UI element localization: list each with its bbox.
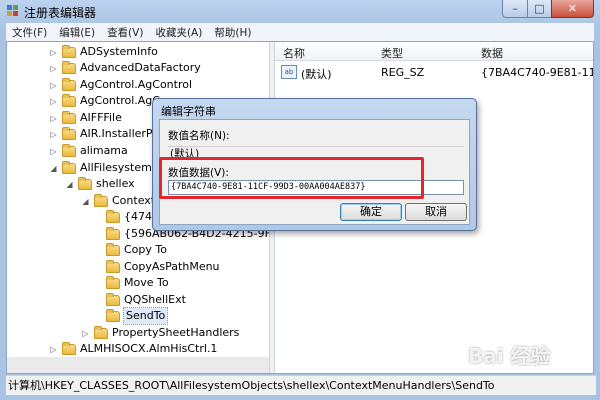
- value-type: REG_SZ: [381, 66, 425, 79]
- menu-view[interactable]: 查看(V): [101, 25, 149, 40]
- tree-item-label: QQShellExt: [124, 293, 186, 306]
- expand-icon[interactable]: ▷: [49, 97, 58, 106]
- tree-horizontal-scrollbar[interactable]: [7, 357, 269, 373]
- folder-icon: [106, 259, 120, 273]
- tree-item[interactable]: ▷ AIFFFile: [49, 110, 122, 126]
- tree-item-label: Move To: [124, 276, 169, 289]
- tree-item[interactable]: QQShellExt: [106, 292, 186, 308]
- folder-icon: [62, 44, 76, 58]
- tree-item-label: shellex: [96, 177, 135, 190]
- close-icon: ✕: [567, 2, 578, 15]
- expand-icon[interactable]: ▷: [49, 81, 58, 90]
- highlight-annotation: [159, 157, 424, 199]
- list-item[interactable]: ab (默认) REG_SZ {7BA4C740-9E81-11CF-9: [275, 64, 593, 82]
- tree-item[interactable]: ▷ ALMHISOCX.AlmHisCtrl.1: [49, 341, 217, 357]
- tree-item[interactable]: ▷ PropertySheetHandlers: [81, 325, 239, 341]
- collapse-icon[interactable]: ◢: [49, 164, 58, 173]
- folder-icon: [78, 176, 92, 190]
- folder-icon: [62, 110, 76, 124]
- value-data: {7BA4C740-9E81-11CF-9: [481, 66, 593, 79]
- minimize-icon: –: [512, 2, 518, 15]
- maximize-icon: □: [534, 2, 545, 15]
- tree-item[interactable]: ◢ shellex: [65, 176, 135, 192]
- column-data-header[interactable]: 数据: [481, 45, 503, 61]
- expand-icon[interactable]: ▷: [49, 114, 58, 123]
- tree-item[interactable]: Move To: [106, 275, 169, 291]
- cancel-button[interactable]: 取消: [405, 203, 467, 221]
- tree-item[interactable]: ▷ AdvancedDataFactory: [49, 60, 201, 76]
- expand-icon[interactable]: ▷: [81, 329, 90, 338]
- list-header: 名称 类型 数据: [275, 42, 593, 61]
- folder-icon: [106, 292, 120, 306]
- folder-icon: [62, 341, 76, 355]
- column-name-header[interactable]: 名称: [283, 45, 305, 61]
- maximize-button[interactable]: □: [527, 0, 552, 18]
- tree-item-label: AIFFFile: [80, 111, 122, 124]
- minimize-button[interactable]: –: [502, 0, 528, 18]
- folder-icon: [106, 226, 120, 240]
- expand-icon[interactable]: ▷: [49, 345, 58, 354]
- tree-item[interactable]: ▷ AgControl.AgControl: [49, 77, 192, 93]
- ok-button[interactable]: 确定: [340, 203, 402, 221]
- folder-icon: [106, 308, 120, 322]
- folder-icon: [62, 143, 76, 157]
- collapse-icon[interactable]: ◢: [81, 197, 90, 206]
- folder-icon: [62, 126, 76, 140]
- tree-item-label: PropertySheetHandlers: [112, 326, 240, 339]
- folder-icon: [62, 60, 76, 74]
- tree-item[interactable]: CopyAsPathMenu: [106, 259, 220, 275]
- expand-icon[interactable]: ▷: [49, 147, 58, 156]
- folder-icon: [62, 93, 76, 107]
- string-value-icon: ab: [281, 65, 297, 79]
- folder-icon: [106, 275, 120, 289]
- title-bar: 注册表编辑器 – □ ✕: [0, 0, 600, 22]
- folder-icon: [94, 193, 108, 207]
- menu-file[interactable]: 文件(F): [6, 25, 53, 40]
- tree-item-selected[interactable]: SendTo: [106, 307, 169, 325]
- tree-item-label: CopyAsPathMenu: [124, 260, 220, 273]
- folder-icon: [106, 242, 120, 256]
- tree-item-label: ALMHISOCX.AlmHisCtrl.1: [80, 342, 218, 355]
- tree-item[interactable]: ▷ alimama: [49, 143, 128, 159]
- window-title: 注册表编辑器: [24, 6, 97, 20]
- tree-item[interactable]: ▷ ADSystemInfo: [49, 44, 158, 60]
- status-bar: 计算机\HKEY_CLASSES_ROOT\AllFilesystemObjec…: [6, 375, 596, 395]
- tree-item-label: AdvancedDataFactory: [80, 61, 201, 74]
- folder-icon: [62, 160, 76, 174]
- tree-item[interactable]: ▷ AgControl.AgCo: [49, 93, 167, 109]
- folder-icon: [62, 77, 76, 91]
- baidu-watermark: Bai 经验: [468, 344, 551, 368]
- expand-icon[interactable]: ▷: [49, 48, 58, 57]
- close-button[interactable]: ✕: [551, 0, 594, 18]
- menu-edit[interactable]: 编辑(E): [53, 25, 101, 40]
- folder-icon: [106, 209, 120, 223]
- tree-item[interactable]: Copy To: [106, 242, 167, 258]
- value-name-label: 数值名称(N):: [168, 130, 230, 142]
- menu-help[interactable]: 帮助(H): [208, 25, 257, 40]
- menu-bar: 文件(F) 编辑(E) 查看(V) 收藏夹(A) 帮助(H): [6, 23, 594, 41]
- tree-item-label: ADSystemInfo: [80, 45, 158, 58]
- column-type-header[interactable]: 类型: [381, 45, 403, 61]
- expand-icon[interactable]: ▷: [49, 64, 58, 73]
- tree-item-label: alimama: [80, 144, 128, 157]
- folder-icon: [94, 325, 108, 339]
- expand-icon[interactable]: ▷: [49, 130, 58, 139]
- registry-editor-icon: [7, 5, 18, 16]
- tree-item-label: AgControl.AgControl: [80, 78, 193, 91]
- tree-item-label: Copy To: [124, 243, 167, 256]
- value-name: (默认): [301, 68, 332, 81]
- tree-item-label: SendTo: [122, 307, 169, 325]
- collapse-icon[interactable]: ◢: [65, 180, 74, 189]
- dialog-title: 编辑字符串: [161, 105, 216, 118]
- menu-favorites[interactable]: 收藏夹(A): [149, 25, 208, 40]
